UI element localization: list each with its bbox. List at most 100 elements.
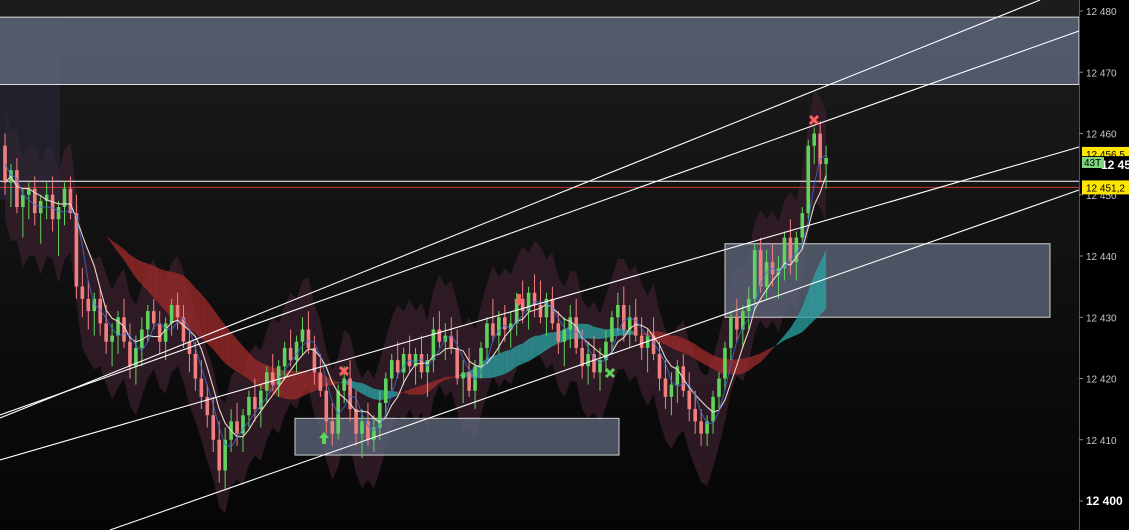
band-segment: [308, 371, 315, 394]
candle-body: [491, 323, 495, 336]
candle-body: [342, 378, 346, 391]
band-segment: [159, 268, 166, 312]
timer-tag: 43T: [1082, 157, 1104, 169]
candle-body: [270, 372, 275, 385]
band-segment: [516, 343, 523, 367]
band-segment: [510, 345, 517, 371]
candle-body: [663, 378, 668, 397]
axis-tick-label: 12 400: [1086, 494, 1123, 508]
candle-body: [616, 305, 620, 318]
candlestick-chart[interactable]: 12 48012 47012 46012 45012 44012 43012 4…: [0, 0, 1129, 530]
candle-body: [354, 409, 358, 434]
candle-body: [360, 421, 364, 434]
candle-body: [503, 317, 507, 330]
candle-body: [56, 207, 61, 220]
candle-body: [711, 396, 715, 422]
candle-body: [586, 354, 590, 367]
axis-tick-label: 12 420: [1086, 375, 1117, 386]
price-low-tag: 12 451,2: [1082, 180, 1129, 195]
band-segment: [504, 349, 511, 374]
band-segment: [207, 301, 214, 350]
candle-body: [294, 341, 299, 361]
band-segment: [492, 353, 499, 378]
resistance-zone-top: [0, 16, 1080, 85]
axis-tick-label: 12 470: [1086, 68, 1117, 79]
axis-tick-label: 12 430: [1086, 313, 1117, 324]
band-segment: [528, 336, 535, 362]
candle-body: [169, 305, 174, 324]
candle-body: [389, 360, 394, 379]
candle-body: [610, 317, 614, 342]
band-segment: [213, 309, 220, 357]
candle-body: [395, 360, 400, 373]
candle-body: [318, 372, 323, 391]
candle-body: [128, 341, 132, 367]
candle-body: [568, 317, 573, 330]
candle-body: [735, 317, 739, 330]
candle-body: [163, 323, 168, 342]
band-segment: [671, 335, 678, 351]
band-segment: [498, 351, 505, 376]
candle-body: [556, 323, 561, 342]
candle-body: [300, 329, 305, 342]
candle-body: [812, 133, 816, 146]
candle-body: [15, 170, 19, 207]
candle-body: [217, 439, 221, 471]
candle-body: [479, 347, 483, 367]
axis-tick-label: 12 480: [1086, 7, 1117, 18]
candle-body: [175, 305, 180, 318]
band-segment: [195, 287, 202, 339]
candle-body: [253, 396, 257, 410]
band-segment: [534, 335, 541, 358]
candle-body: [657, 354, 662, 379]
candle-body: [401, 354, 406, 373]
candle-body: [693, 409, 697, 422]
price-low-tag-label: 12 451,2: [1086, 183, 1125, 194]
candle-body: [104, 323, 108, 342]
band-segment: [225, 325, 232, 368]
axis-tick-label: 12 410: [1086, 436, 1117, 447]
candle-body: [455, 347, 459, 379]
band-segment: [254, 359, 261, 389]
candle-body: [110, 335, 114, 342]
band-segment: [677, 336, 684, 353]
axis-background: [1079, 0, 1129, 530]
band-segment: [683, 338, 690, 356]
candle-body: [68, 188, 73, 214]
candle-body: [86, 298, 91, 312]
trading-chart[interactable]: 12 480 12 470 12 460 12 450 12 440 12 430 12 4…: [0, 0, 1129, 530]
candle-body: [247, 396, 251, 416]
current-price-label: 12 456,: [1101, 158, 1129, 172]
band-segment: [302, 371, 309, 397]
candle-body: [265, 372, 269, 391]
demand-zone-bottom: [294, 417, 620, 456]
band-segment: [373, 388, 380, 400]
candle-body: [157, 323, 162, 342]
candle-body: [282, 347, 287, 367]
candle-body: [384, 378, 388, 403]
candle-body: [622, 305, 626, 330]
candle-body: [800, 213, 805, 238]
band-segment: [742, 357, 749, 374]
candle-body: [146, 311, 150, 330]
candle-body: [193, 354, 198, 379]
candle-body: [699, 421, 703, 434]
candle-body: [306, 329, 311, 348]
candle-body: [467, 372, 471, 391]
band-segment: [189, 281, 196, 334]
candle-body: [669, 384, 674, 397]
candle-body: [151, 311, 156, 324]
candle-body: [806, 145, 811, 214]
price-tags: 12 456,512 456,43T12 451,2: [1082, 146, 1129, 195]
band-segment: [594, 326, 600, 339]
candle-body: [324, 390, 329, 422]
candle-body: [485, 323, 489, 348]
price-axis[interactable]: 12 48012 47012 46012 45012 44012 43012 4…: [1079, 0, 1129, 530]
candle-body: [116, 317, 120, 336]
candle-body: [276, 366, 281, 385]
candle-body: [80, 286, 85, 299]
axis-tick-label: 12 460: [1086, 130, 1117, 141]
candle-body: [752, 249, 757, 299]
candle-body: [824, 158, 828, 165]
candle-body: [717, 378, 721, 397]
